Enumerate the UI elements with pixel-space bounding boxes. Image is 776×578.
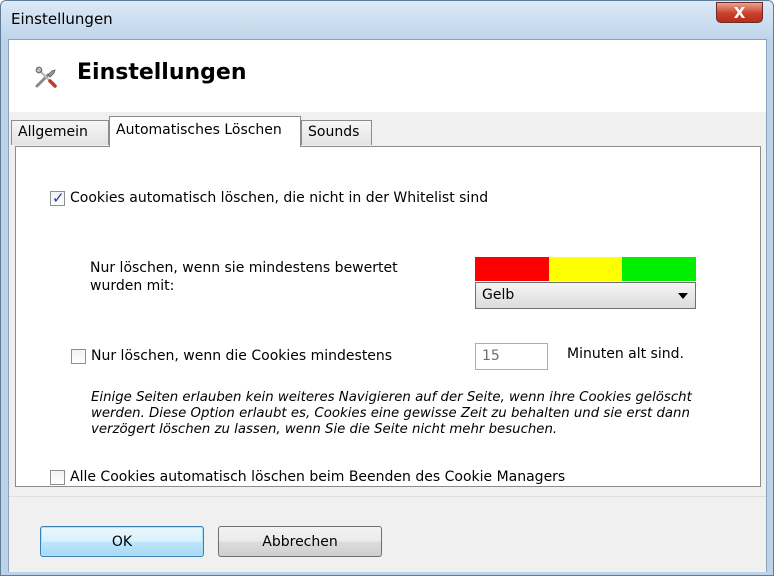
rating-color-bar — [475, 257, 697, 281]
minutes-input[interactable]: 15 — [475, 343, 548, 370]
rating-red-segment — [475, 257, 549, 281]
close-button[interactable]: X — [716, 2, 763, 23]
tab-automatisches-loeschen[interactable]: Automatisches Löschen — [109, 116, 301, 147]
min-age-note: Einige Seiten erlauben kein weiteres Nav… — [91, 390, 692, 437]
window-title: Einstellungen — [11, 10, 113, 28]
button-bar: OK Abbrechen — [9, 496, 766, 572]
close-icon: X — [733, 3, 746, 22]
tab-strip: Allgemein Automatisches Löschen Sounds — [9, 116, 766, 147]
cancel-button[interactable]: Abbrechen — [218, 526, 382, 557]
dialog-body: Einstellungen Allgemein Automatisches Lö… — [8, 39, 767, 572]
settings-window: Einstellungen X Einstellungen Allgemein … — [0, 0, 774, 576]
page-title: Einstellungen — [77, 60, 247, 85]
rating-green-segment — [622, 257, 697, 281]
delete-on-exit-label[interactable]: Alle Cookies automatisch löschen beim Be… — [70, 469, 565, 485]
delete-on-exit-checkbox[interactable] — [50, 470, 65, 485]
title-bar[interactable]: Einstellungen X — [1, 1, 773, 39]
chevron-down-icon — [678, 293, 688, 299]
rating-select[interactable]: Gelb — [475, 282, 696, 309]
dialog-header: Einstellungen — [9, 40, 766, 112]
ok-button[interactable]: OK — [40, 526, 204, 557]
rating-label-line2: wurden mit: — [90, 278, 175, 294]
min-age-checkbox[interactable] — [71, 349, 86, 364]
tools-icon — [35, 66, 57, 88]
auto-delete-label[interactable]: Cookies automatisch löschen, die nicht i… — [70, 190, 488, 206]
tab-panel-auto-delete: ✓ Cookies automatisch löschen, die nicht… — [15, 146, 761, 487]
minutes-suffix-label: Minuten alt sind. — [567, 346, 684, 362]
tab-allgemein[interactable]: Allgemein — [11, 120, 109, 145]
min-age-label[interactable]: Nur löschen, wenn die Cookies mindestens — [91, 348, 392, 364]
rating-select-value: Gelb — [482, 287, 515, 303]
rating-yellow-segment — [548, 257, 623, 281]
checkmark-icon: ✓ — [52, 189, 65, 207]
tab-sounds[interactable]: Sounds — [301, 120, 372, 145]
rating-label-line1: Nur löschen, wenn sie mindestens bewerte… — [90, 260, 398, 276]
auto-delete-checkbox[interactable]: ✓ — [50, 189, 65, 207]
